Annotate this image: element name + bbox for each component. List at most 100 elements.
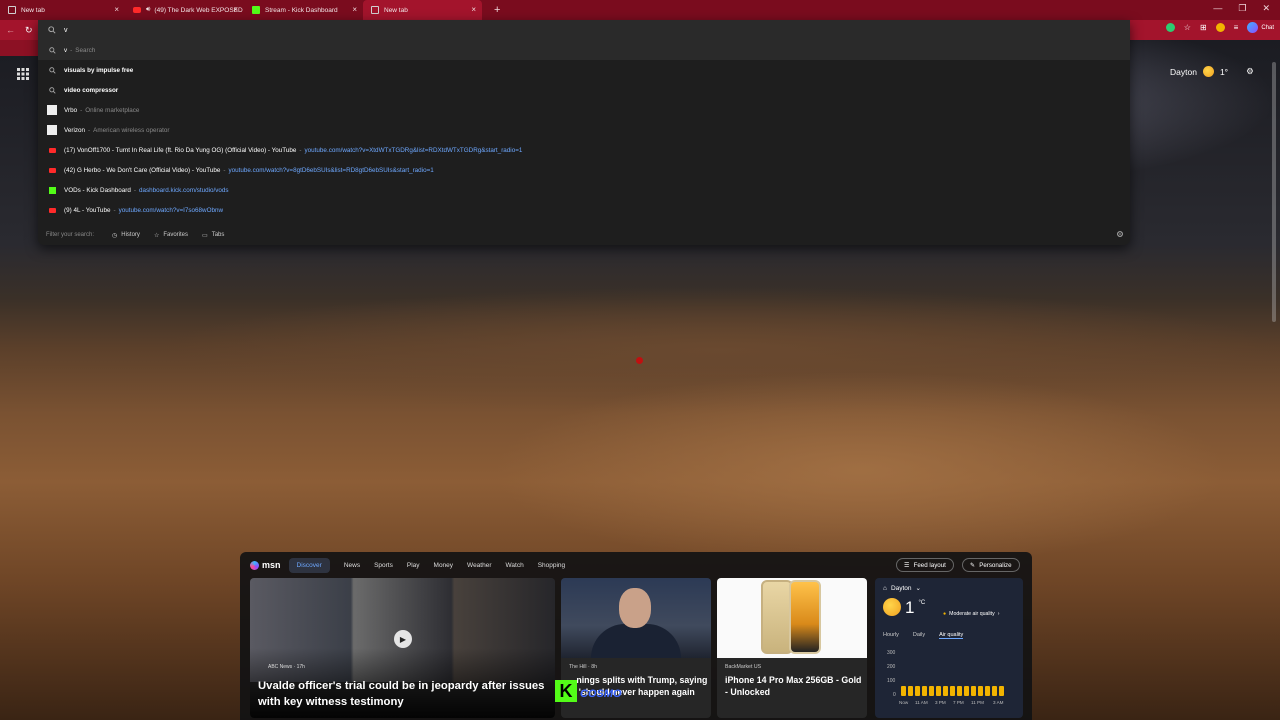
filter-tabs-label: Tabs <box>211 232 225 238</box>
restore-icon[interactable]: ❐ <box>1238 3 1246 14</box>
chat-button[interactable]: Chat <box>1247 22 1274 33</box>
tab-0[interactable]: New tab × <box>0 0 125 20</box>
suggestion-site[interactable]: Verizon - American wireless operator <box>38 120 1130 140</box>
personalize-button[interactable]: ✎ Personalize <box>962 558 1020 572</box>
suggestion-history[interactable]: (17) VonOff1700 - Turnt In Real Life (ft… <box>38 140 1130 160</box>
product-image <box>717 578 867 658</box>
filter-history-label: History <box>121 232 140 238</box>
feed-layout-button[interactable]: ☰ Feed layout <box>896 558 954 572</box>
new-tab-icon <box>8 6 16 14</box>
hero-title: Uvalde officer's trial could be in jeopa… <box>258 680 545 708</box>
tab-1[interactable]: 🔊︎ (49) The Dark Web EXPOSED × <box>125 0 244 20</box>
tab-daily[interactable]: Daily <box>913 632 925 639</box>
aq-bar <box>929 686 934 696</box>
search-icon <box>48 86 56 94</box>
nav-sports[interactable]: Sports <box>374 562 393 569</box>
suggestion-search[interactable]: v - Search <box>38 40 1130 60</box>
shopping-card[interactable]: BackMarket US iPhone 14 Pro Max 256GB - … <box>717 578 867 718</box>
hero-news-card[interactable]: ▶ ABC News · 17h Uvalde officer's trial … <box>250 578 555 718</box>
product-source: BackMarket US <box>725 664 762 670</box>
kick-icon <box>252 6 260 14</box>
tab-title: (49) The Dark Web EXPOSED <box>154 6 243 14</box>
address-bar[interactable]: v <box>38 20 1130 40</box>
play-icon[interactable]: ▶ <box>394 630 412 648</box>
news-image <box>561 578 711 658</box>
air-quality[interactable]: ● Moderate air quality › <box>943 611 999 617</box>
tab-air-quality[interactable]: Air quality <box>939 632 964 639</box>
air-quality-chart: 300 200 100 0 Now 11 AM 3 PM 7 PM 11 PM … <box>887 650 1004 705</box>
partly-cloudy-icon <box>1202 66 1214 77</box>
back-icon[interactable]: ← <box>6 25 15 35</box>
aq-bar <box>950 686 955 696</box>
tab-2[interactable]: Stream - Kick Dashboard × <box>244 0 363 20</box>
close-icon[interactable]: × <box>233 5 238 15</box>
search-icon <box>48 46 56 54</box>
minimize-icon[interactable]: — <box>1213 3 1222 14</box>
suggestion-history[interactable]: (9) 4L - YouTube - youtube.com/watch?v=I… <box>38 200 1130 220</box>
nav-news[interactable]: News <box>344 562 360 569</box>
nav-watch[interactable]: Watch <box>506 562 524 569</box>
close-window-icon[interactable]: ✕ <box>1262 3 1270 14</box>
weather-card-header: ⌂ Dayton ⌄ <box>883 584 921 593</box>
suggestion-title: visuals by impulse free <box>64 66 134 74</box>
menu-icon[interactable]: ≡ <box>1234 23 1239 32</box>
filter-favorites-chip[interactable]: ☆ Favorites <box>154 232 188 239</box>
x-tick: 11 PM <box>971 700 984 705</box>
suggestion-title: video compressor <box>64 86 119 94</box>
gear-icon[interactable] <box>1116 230 1124 240</box>
nav-discover[interactable]: Discover <box>288 557 330 573</box>
youtube-icon <box>133 7 141 13</box>
nav-weather[interactable]: Weather <box>467 562 491 569</box>
close-icon[interactable]: × <box>352 5 357 15</box>
product-title: iPhone 14 Pro Max 256GB - Gold - Unlocke… <box>725 675 862 697</box>
tab-3-active[interactable]: New tab × <box>363 0 482 20</box>
feed-layout-label: Feed layout <box>913 561 946 569</box>
filter-tabs-chip[interactable]: ▭ Tabs <box>202 232 224 239</box>
nav-play[interactable]: Play <box>407 562 420 569</box>
streamer-overlay-text: COSMO <box>580 688 622 700</box>
aq-bar <box>908 686 913 696</box>
favorites-icon[interactable]: ☆ <box>1184 23 1191 32</box>
address-input-value[interactable]: v <box>64 27 68 34</box>
nav-shopping[interactable]: Shopping <box>538 562 565 569</box>
hero-source: ABC News · 17h <box>268 664 305 670</box>
new-tab-button[interactable]: + <box>494 4 500 16</box>
tab-title: New tab <box>384 6 408 14</box>
close-icon[interactable]: × <box>471 5 476 15</box>
news-source: The Hill · 8h <box>569 664 597 670</box>
suggestion-title: (42) G Herbo - We Don't Care (Official V… <box>64 166 221 174</box>
x-tick: 7 PM <box>953 700 964 705</box>
filter-history-chip[interactable]: ◷ History <box>112 232 140 239</box>
speaker-icon[interactable]: 🔊︎ <box>146 6 150 14</box>
chevron-down-icon[interactable]: ⌄ <box>916 584 921 592</box>
weather-widget[interactable]: Dayton 1° ⚙ <box>1170 66 1254 77</box>
x-tick: 3 PM <box>935 700 946 705</box>
close-icon[interactable]: × <box>114 5 119 15</box>
extension-avatar-icon[interactable] <box>1215 23 1225 32</box>
refresh-icon[interactable]: ↻ <box>25 25 33 36</box>
search-icon <box>48 26 56 34</box>
msn-logo[interactable]: msn <box>250 560 281 570</box>
personalize-label: Personalize <box>979 561 1012 569</box>
suggestion-url: youtube.com/watch?v=8gtD6ebSUIs&list=RD8… <box>228 166 434 174</box>
tab-title: New tab <box>21 6 45 14</box>
tab-hourly[interactable]: Hourly <box>883 632 899 639</box>
y-tick: 0 <box>893 692 896 698</box>
aq-bar <box>936 686 941 696</box>
apps-grid-icon[interactable] <box>17 67 29 85</box>
suggestion-search[interactable]: video compressor <box>38 80 1130 100</box>
nav-money[interactable]: Money <box>434 562 454 569</box>
gear-icon[interactable]: ⚙ <box>1246 66 1254 77</box>
scrollbar[interactable] <box>1272 62 1276 322</box>
suggestion-history[interactable]: VODs - Kick Dashboard - dashboard.kick.c… <box>38 180 1130 200</box>
filter-bar: Filter your search: ◷ History ☆ Favorites … <box>38 225 1130 245</box>
msn-feed-panel: msn Discover News Sports Play Money Weat… <box>240 552 1032 720</box>
weather-card[interactable]: ⌂ Dayton ⌄ 1 °C ● Moderate air quality ›… <box>875 578 1023 718</box>
temp-value: 1 <box>905 598 915 617</box>
suggestion-search[interactable]: visuals by impulse free <box>38 60 1130 80</box>
suggestion-site[interactable]: Vrbo - Online marketplace <box>38 100 1130 120</box>
suggestion-history[interactable]: (42) G Herbo - We Don't Care (Official V… <box>38 160 1130 180</box>
shield-icon[interactable] <box>1165 23 1175 32</box>
copilot-icon <box>1247 22 1259 33</box>
extensions-icon[interactable]: ⊞ <box>1200 23 1207 32</box>
